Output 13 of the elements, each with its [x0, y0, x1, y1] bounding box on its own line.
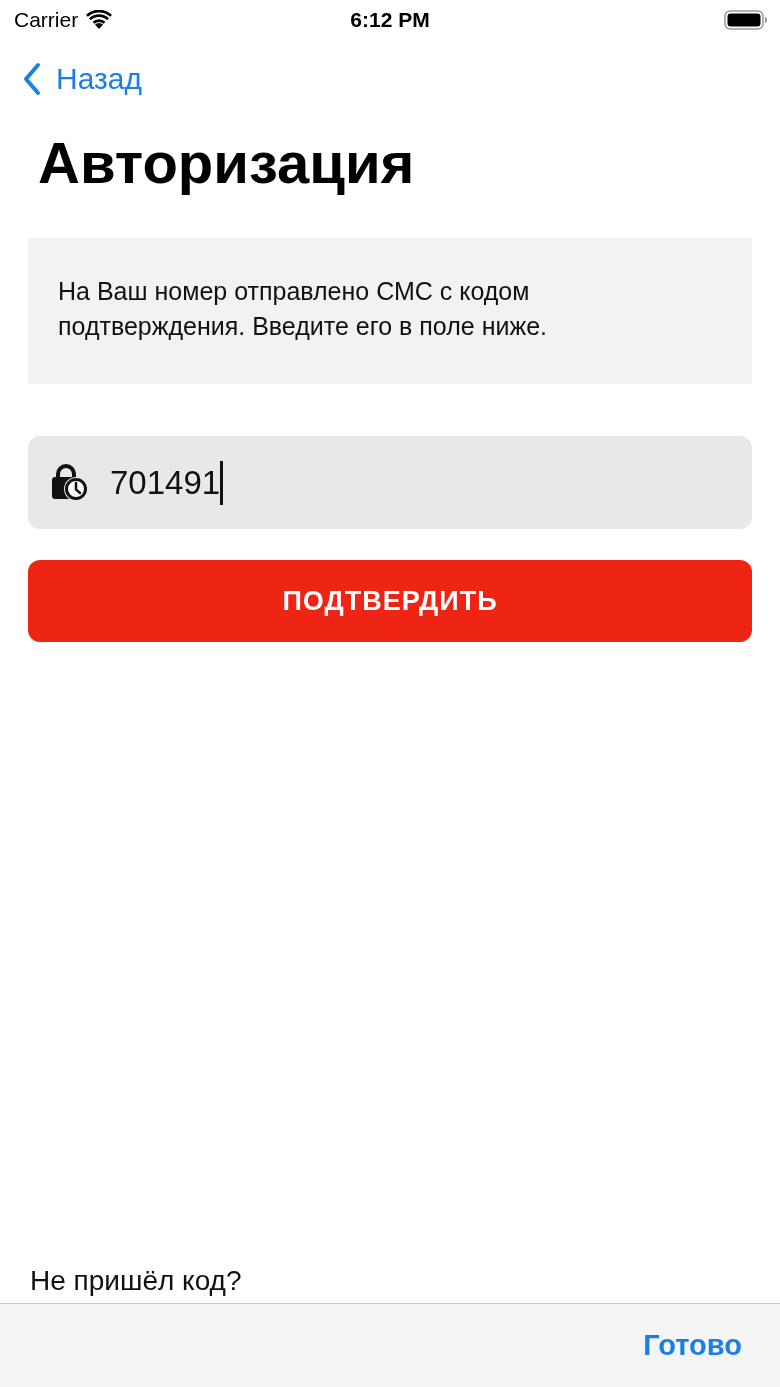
battery-icon: [724, 10, 768, 30]
lock-clock-icon: [50, 463, 90, 502]
status-time: 6:12 PM: [350, 8, 430, 32]
back-button[interactable]: Назад: [22, 62, 142, 96]
confirm-button[interactable]: ПОДТВЕРДИТЬ: [28, 560, 752, 642]
resend-link[interactable]: Не пришёл код?: [30, 1263, 242, 1299]
code-field[interactable]: 701491: [28, 436, 752, 529]
chevron-left-icon: [22, 62, 42, 96]
page-title: Авторизация: [38, 129, 416, 197]
wifi-icon: [86, 10, 113, 30]
info-text: На Ваш номер отправлено СМС с кодом подтверждения. Введите его в поле ниже.: [58, 276, 548, 342]
done-button[interactable]: Готово: [643, 1329, 742, 1362]
carrier-name: Carrier: [14, 8, 79, 32]
